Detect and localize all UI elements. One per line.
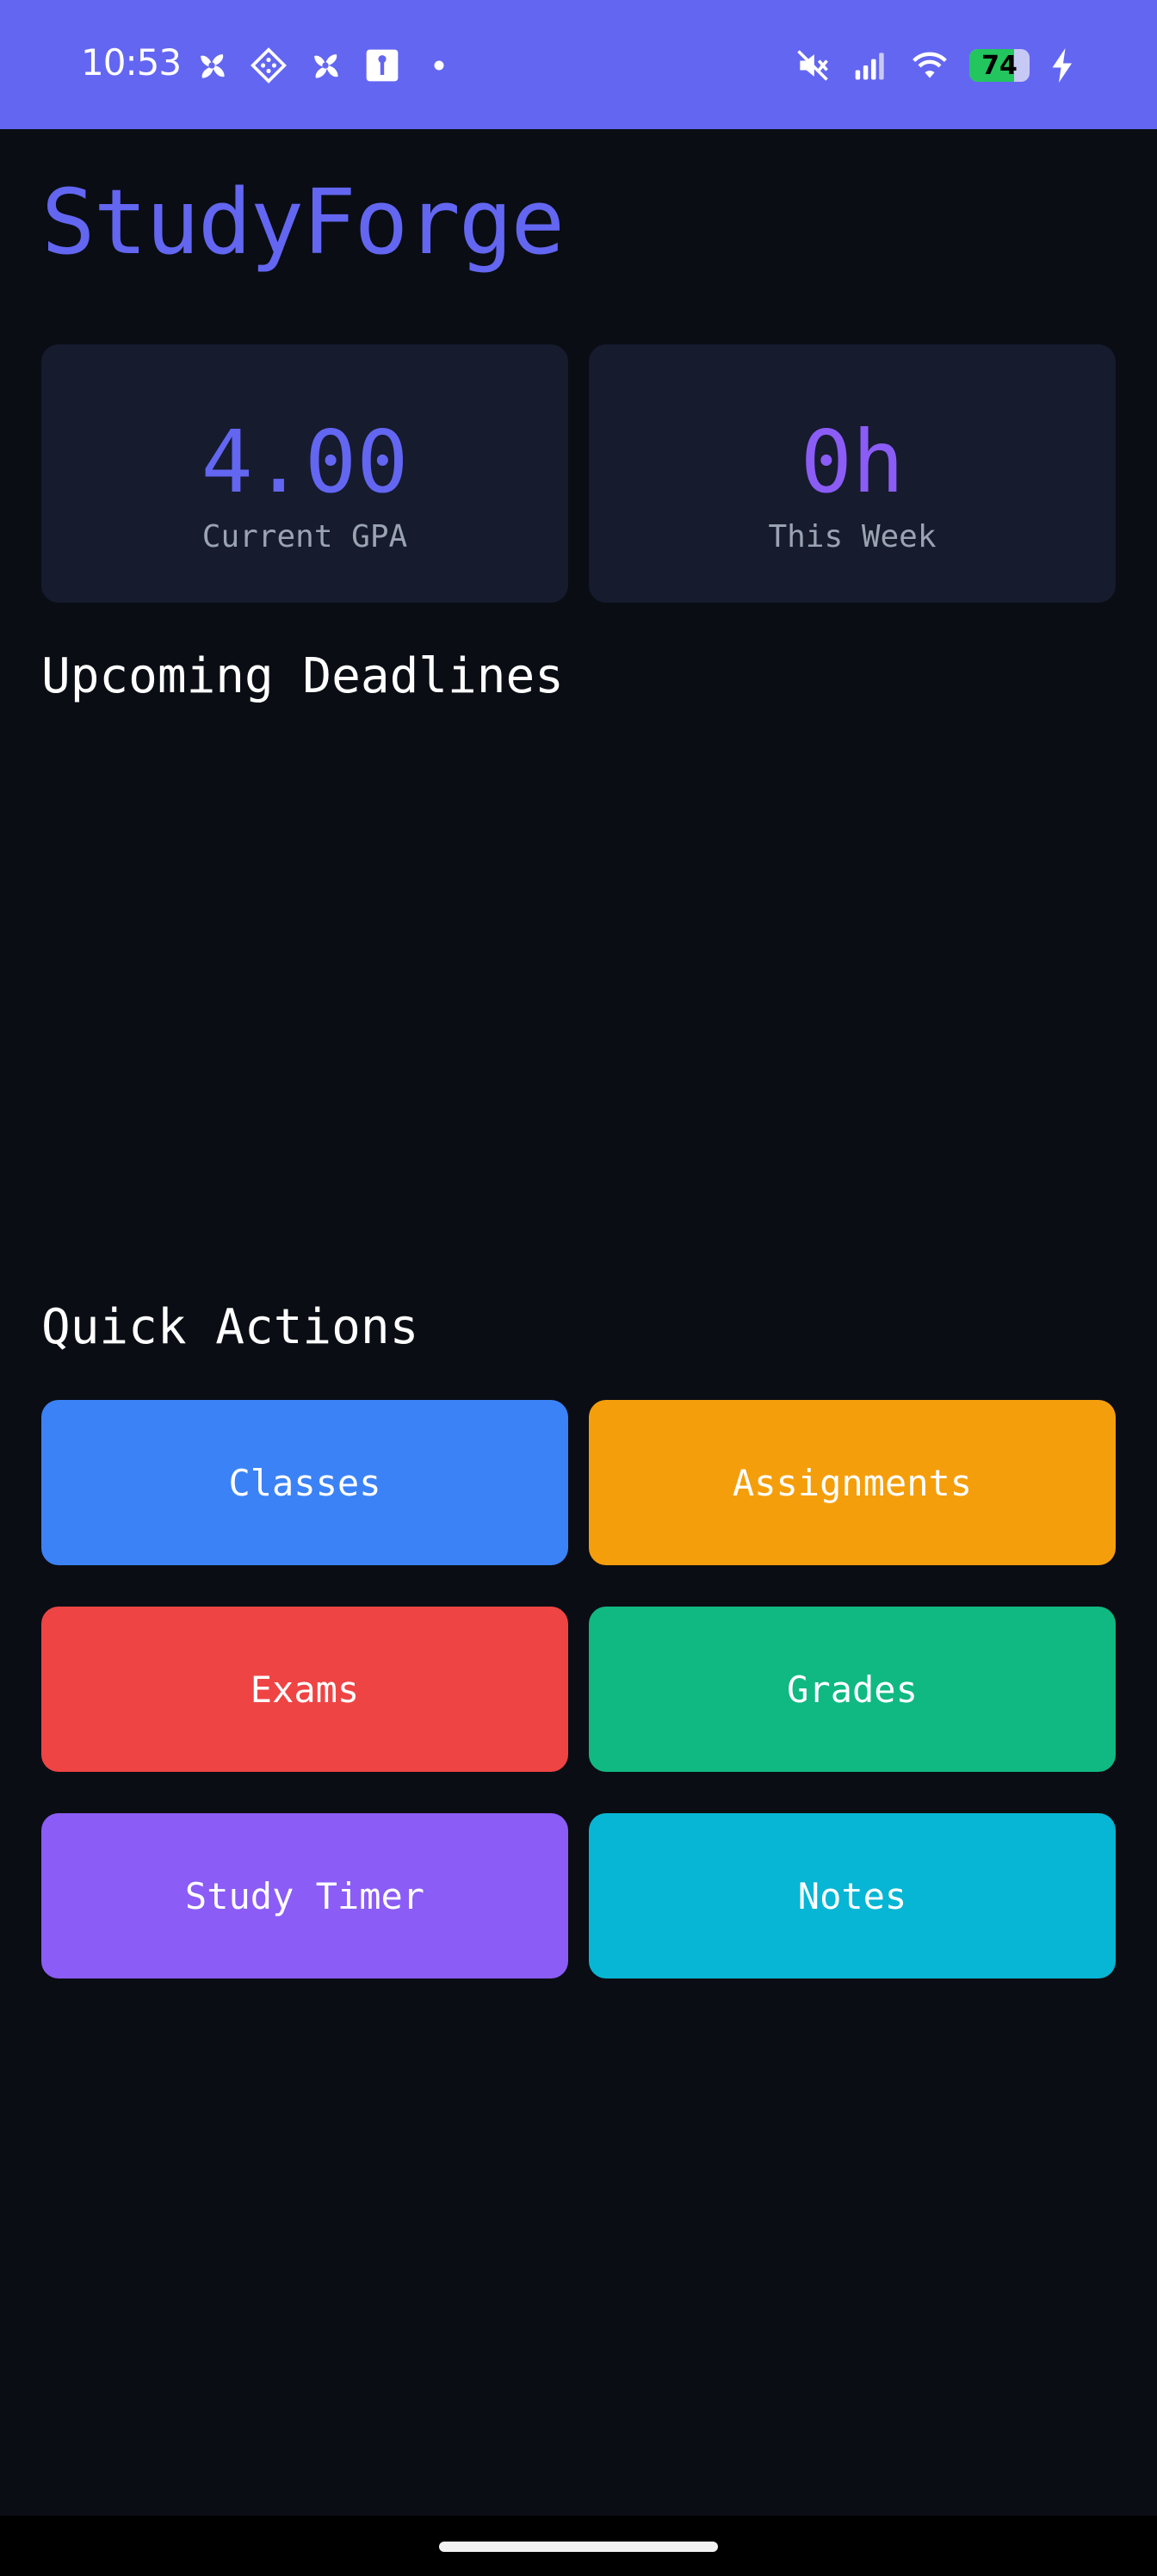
system-icons: 74 (794, 45, 1076, 86)
quick-actions-heading: Quick Actions (41, 1299, 419, 1355)
wifi-icon (911, 46, 949, 84)
keyhole-icon (363, 46, 401, 84)
classes-button[interactable]: Classes (41, 1400, 568, 1565)
mute-icon (794, 46, 832, 84)
gpa-value: 4.00 (201, 411, 409, 512)
deadlines-heading: Upcoming Deadlines (41, 648, 564, 704)
grades-button[interactable]: Grades (589, 1607, 1116, 1772)
gpa-card: 4.00 Current GPA (41, 344, 568, 603)
app-title: StudyForge (41, 170, 565, 275)
status-bar: 10:53 74 (0, 0, 1157, 129)
assignments-button[interactable]: Assignments (589, 1400, 1116, 1565)
battery-percent: 74 (981, 50, 1018, 81)
study-timer-button[interactable]: Study Timer (41, 1813, 568, 1978)
battery-icon: 74 (969, 49, 1030, 82)
study-hours-card: 0h This Week (589, 344, 1116, 603)
game-controller-icon (250, 46, 288, 84)
notes-button[interactable]: Notes (589, 1813, 1116, 1978)
fan-icon (193, 46, 231, 84)
dot-icon (420, 46, 458, 84)
home-indicator[interactable] (439, 2542, 718, 2552)
deadlines-list (41, 732, 1116, 1248)
signal-icon (852, 46, 890, 84)
exams-button[interactable]: Exams (41, 1607, 568, 1772)
charging-bolt-icon (1052, 48, 1072, 83)
notification-icons (193, 45, 458, 86)
study-hours-value: 0h (800, 411, 905, 512)
study-hours-label: This Week (768, 518, 937, 554)
status-time: 10:53 (81, 41, 182, 84)
fan-icon (306, 46, 344, 84)
gpa-label: Current GPA (201, 518, 408, 554)
